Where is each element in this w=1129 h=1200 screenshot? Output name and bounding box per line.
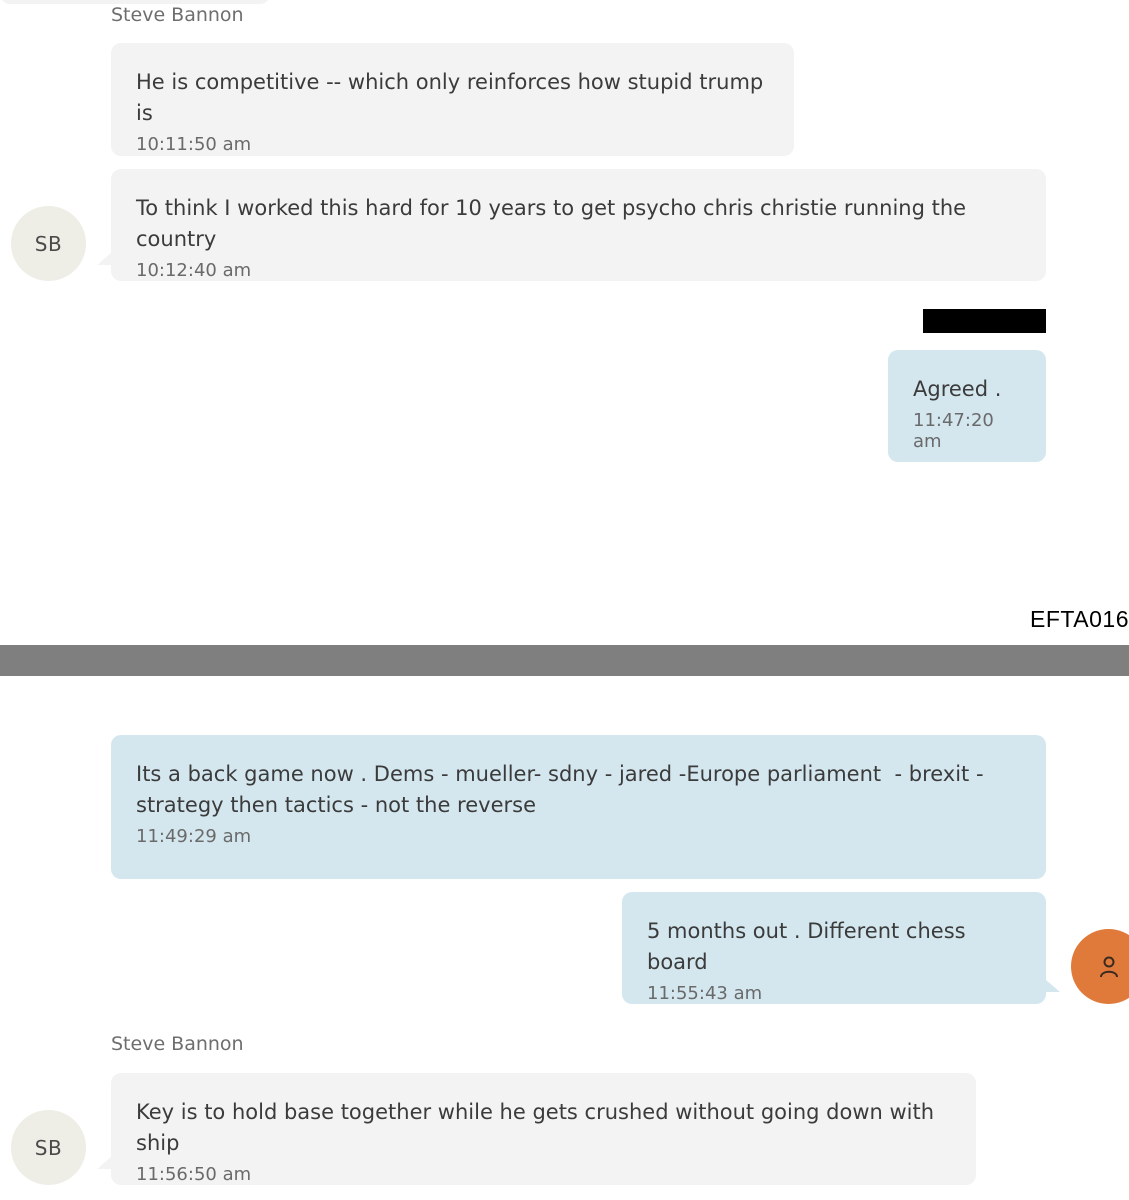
bubble-tail (97, 253, 111, 265)
message-timestamp: 11:55:43 am (647, 983, 763, 1004)
sender-name: Steve Bannon (111, 4, 244, 26)
avatar-me[interactable] (1071, 929, 1129, 1004)
message-bubble-incoming[interactable]: He is competitive -- which only reinforc… (111, 43, 794, 156)
message-bubble-incoming[interactable]: To think I worked this hard for 10 years… (111, 169, 1046, 281)
bubble-tail (97, 1157, 111, 1169)
message-bubble-incoming[interactable]: Key is to hold base together while he ge… (111, 1073, 976, 1185)
page-divider (0, 645, 1129, 676)
message-text: He is competitive -- which only reinforc… (136, 70, 770, 125)
document-page-bottom: Its a back game now . Dems - mueller- sd… (0, 676, 1129, 1200)
message-bubble-outgoing[interactable]: Its a back game now . Dems - mueller- sd… (111, 735, 1046, 879)
message-timestamp: 11:56:50 am (136, 1164, 252, 1185)
message-text: Its a back game now . Dems - mueller- sd… (136, 762, 984, 817)
message-text: To think I worked this hard for 10 years… (136, 196, 973, 251)
message-timestamp: 11:47:20 am (913, 410, 994, 452)
message-text: 5 months out . Different chess board (647, 919, 973, 974)
avatar-sb[interactable]: SB (11, 1110, 86, 1185)
message-bubble-outgoing[interactable]: Agreed . 11:47:20 am (888, 350, 1046, 462)
redaction-bar (923, 309, 1046, 333)
message-text: Agreed . (913, 377, 1002, 401)
bates-number: EFTA016 (1030, 606, 1129, 632)
message-timestamp: 11:49:29 am (136, 826, 252, 847)
sender-name: Steve Bannon (111, 1033, 244, 1055)
message-text: Key is to hold base together while he ge… (136, 1100, 941, 1155)
message-timestamp: 10:12:40 am (136, 260, 252, 281)
avatar-sb[interactable]: SB (11, 206, 86, 281)
person-icon (1099, 956, 1118, 977)
message-timestamp: 10:11:50 am (136, 134, 252, 155)
message-bubble-outgoing[interactable]: 5 months out . Different chess board 11:… (622, 892, 1046, 1004)
document-page-top: Steve Bannon He is competitive -- which … (0, 0, 1129, 645)
bubble-tail (1046, 980, 1060, 992)
